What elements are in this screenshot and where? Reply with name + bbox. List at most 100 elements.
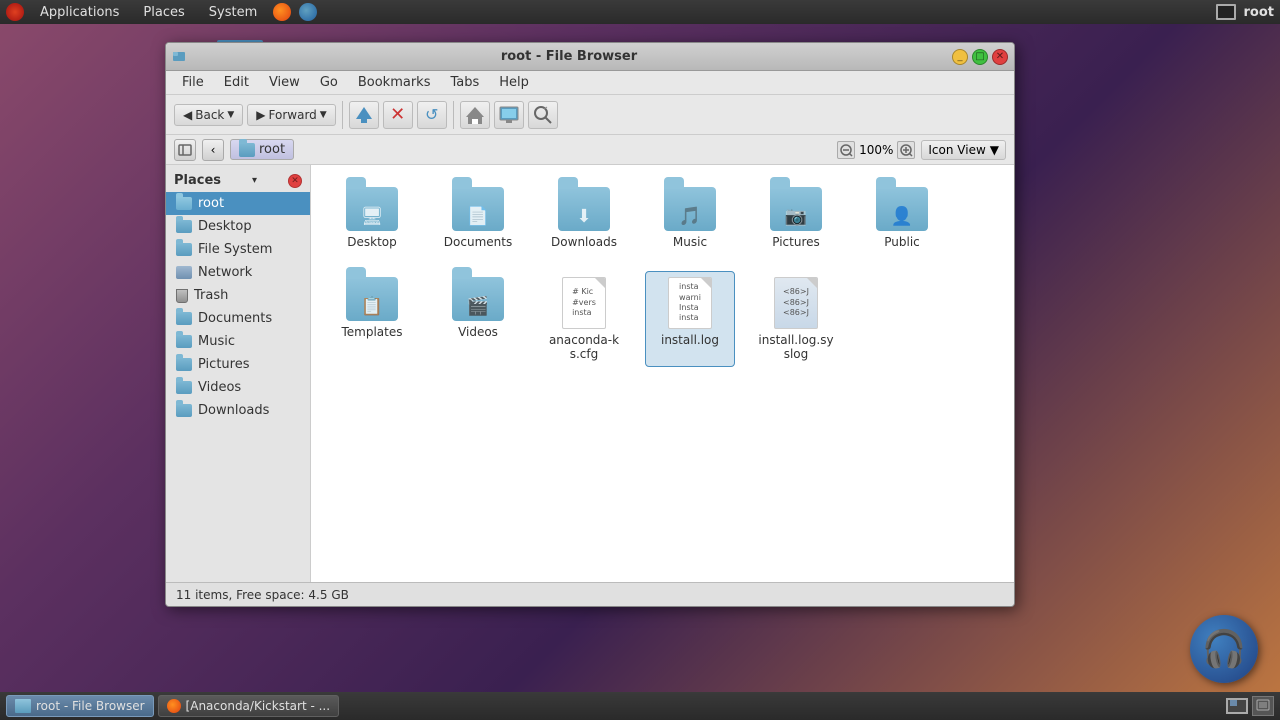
sidebar-item-trash[interactable]: Trash: [166, 284, 310, 307]
menu-go[interactable]: Go: [312, 73, 346, 92]
file-area: 🖥 Desktop 📄 Documents ⬇ Downloads: [311, 165, 1014, 582]
reload-button[interactable]: ↺: [417, 101, 447, 129]
menu-file[interactable]: File: [174, 73, 212, 92]
menu-help[interactable]: Help: [491, 73, 537, 92]
search-button[interactable]: [528, 101, 558, 129]
sidebar: Places ▾ ✕ root Desktop File System Netw…: [166, 165, 311, 582]
workspace-2: [1238, 700, 1245, 706]
headphones-icon: 🎧: [1202, 628, 1247, 670]
avatar-circle: 🎧: [1190, 615, 1258, 683]
taskbar-filebrowser-button[interactable]: root - File Browser: [6, 695, 154, 717]
menu-bookmarks[interactable]: Bookmarks: [350, 73, 439, 92]
zoom-in-icon: [899, 143, 913, 157]
computer-toolbar-button[interactable]: [494, 101, 524, 129]
main-content: Places ▾ ✕ root Desktop File System Netw…: [166, 165, 1014, 582]
places-menu[interactable]: Places: [135, 3, 192, 22]
reload-icon: ↺: [425, 105, 438, 124]
install-log-content: insta warni Insta insta: [679, 282, 701, 324]
menu-tabs[interactable]: Tabs: [442, 73, 487, 92]
avatar-widget: 🎧: [1190, 615, 1260, 685]
sidebar-item-pictures[interactable]: Pictures: [166, 353, 310, 376]
sidebar-label-network: Network: [198, 265, 252, 280]
anaconda-taskbar-icon: [167, 699, 181, 713]
root-folder-icon: [176, 197, 192, 210]
sidebar-item-filesystem[interactable]: File System: [166, 238, 310, 261]
locationbar: ‹ root 100%: [166, 135, 1014, 165]
back-label: Back: [195, 108, 224, 122]
toolbar-separator: [342, 101, 343, 129]
window-title: root - File Browser: [190, 49, 948, 64]
path-button[interactable]: root: [230, 139, 294, 160]
view-mode-selector[interactable]: Icon View ▼: [921, 140, 1006, 160]
show-desktop-button[interactable]: [1252, 696, 1274, 716]
close-button[interactable]: ✕: [992, 49, 1008, 65]
file-item-videos[interactable]: 🎬 Videos: [433, 271, 523, 367]
sidebar-header-arrow[interactable]: ▾: [252, 175, 257, 186]
sidebar-label-pictures: Pictures: [198, 357, 249, 372]
sidebar-item-downloads[interactable]: Downloads: [166, 399, 310, 422]
pictures-badge-icon: 📷: [785, 206, 807, 227]
sidebar-item-music[interactable]: Music: [166, 330, 310, 353]
file-item-public[interactable]: 👤 Public: [857, 181, 947, 255]
taskbar-bottom-right: [1226, 696, 1274, 716]
downloads-folder-large-icon: ⬇: [558, 187, 610, 231]
sidebar-close-button[interactable]: ✕: [288, 174, 302, 188]
pictures-folder-large-icon: 📷: [770, 187, 822, 231]
sidebar-item-documents[interactable]: Documents: [166, 307, 310, 330]
file-item-downloads[interactable]: ⬇ Downloads: [539, 181, 629, 255]
syslog-file-label: install.log.syslog: [757, 333, 835, 361]
firefox-icon[interactable]: [273, 3, 291, 21]
sidebar-label-documents: Documents: [198, 311, 272, 326]
sidebar-label-desktop: Desktop: [198, 219, 252, 234]
sidebar-item-videos[interactable]: Videos: [166, 376, 310, 399]
taskbar-anaconda-button[interactable]: [Anaconda/Kickstart - ...: [158, 695, 340, 717]
back-button[interactable]: ◀ Back ▼: [174, 104, 243, 126]
downloads-badge-icon: ⬇: [576, 206, 591, 227]
menu-view[interactable]: View: [261, 73, 308, 92]
file-item-anaconda[interactable]: # Kic #vers insta anaconda-ks.cfg: [539, 271, 629, 367]
forward-button[interactable]: ▶ Forward ▼: [247, 104, 335, 126]
up-button[interactable]: [349, 101, 379, 129]
path-label: root: [259, 142, 285, 157]
minimize-button[interactable]: _: [952, 49, 968, 65]
sidebar-header-label: Places: [174, 173, 221, 188]
workspace-grid: [1230, 700, 1244, 712]
maximize-button[interactable]: □: [972, 49, 988, 65]
home-button[interactable]: [460, 101, 490, 129]
zoom-out-button[interactable]: [837, 141, 855, 159]
syslog-content: <86>J <86>J <86>J: [783, 287, 809, 318]
file-item-music[interactable]: 🎵 Music: [645, 181, 735, 255]
file-grid: 🖥 Desktop 📄 Documents ⬇ Downloads: [327, 181, 998, 367]
file-item-pictures[interactable]: 📷 Pictures: [751, 181, 841, 255]
templates-badge-icon: 📋: [361, 296, 383, 317]
sidebar-item-network[interactable]: Network: [166, 261, 310, 284]
anaconda-taskbar-label: [Anaconda/Kickstart - ...: [186, 699, 331, 713]
menu-edit[interactable]: Edit: [216, 73, 257, 92]
anaconda-file-icon: # Kic #vers insta: [562, 277, 606, 329]
path-folder-icon: [239, 143, 255, 157]
file-item-syslog[interactable]: <86>J <86>J <86>J install.log.syslog: [751, 271, 841, 367]
globe-icon[interactable]: [299, 3, 317, 21]
file-item-templates[interactable]: 📋 Templates: [327, 271, 417, 367]
workspace-3: [1230, 707, 1237, 713]
file-item-desktop[interactable]: 🖥 Desktop: [327, 181, 417, 255]
zoom-in-button[interactable]: [897, 141, 915, 159]
sidebar-item-root[interactable]: root: [166, 192, 310, 215]
sidebar-label-filesystem: File System: [198, 242, 272, 257]
nav-toggle-button[interactable]: [174, 139, 196, 161]
applications-menu[interactable]: Applications: [32, 3, 127, 22]
system-menu[interactable]: System: [201, 3, 265, 22]
sidebar-item-desktop[interactable]: Desktop: [166, 215, 310, 238]
music-badge-icon: 🎵: [679, 206, 701, 227]
file-item-install-log[interactable]: insta warni Insta insta install.log: [645, 271, 735, 367]
toolbar-separator-2: [453, 101, 454, 129]
stop-button[interactable]: ✕: [383, 101, 413, 129]
workspace-monitor-icon[interactable]: [1226, 698, 1248, 714]
documents-file-label: Documents: [444, 235, 512, 249]
file-item-documents[interactable]: 📄 Documents: [433, 181, 523, 255]
status-text: 11 items, Free space: 4.5 GB: [176, 588, 349, 602]
show-desktop-icon: [1256, 699, 1270, 713]
back-nav-button[interactable]: ‹: [202, 139, 224, 161]
toggle-icon: [178, 143, 192, 157]
filebrowser-taskbar-icon: [15, 699, 31, 713]
